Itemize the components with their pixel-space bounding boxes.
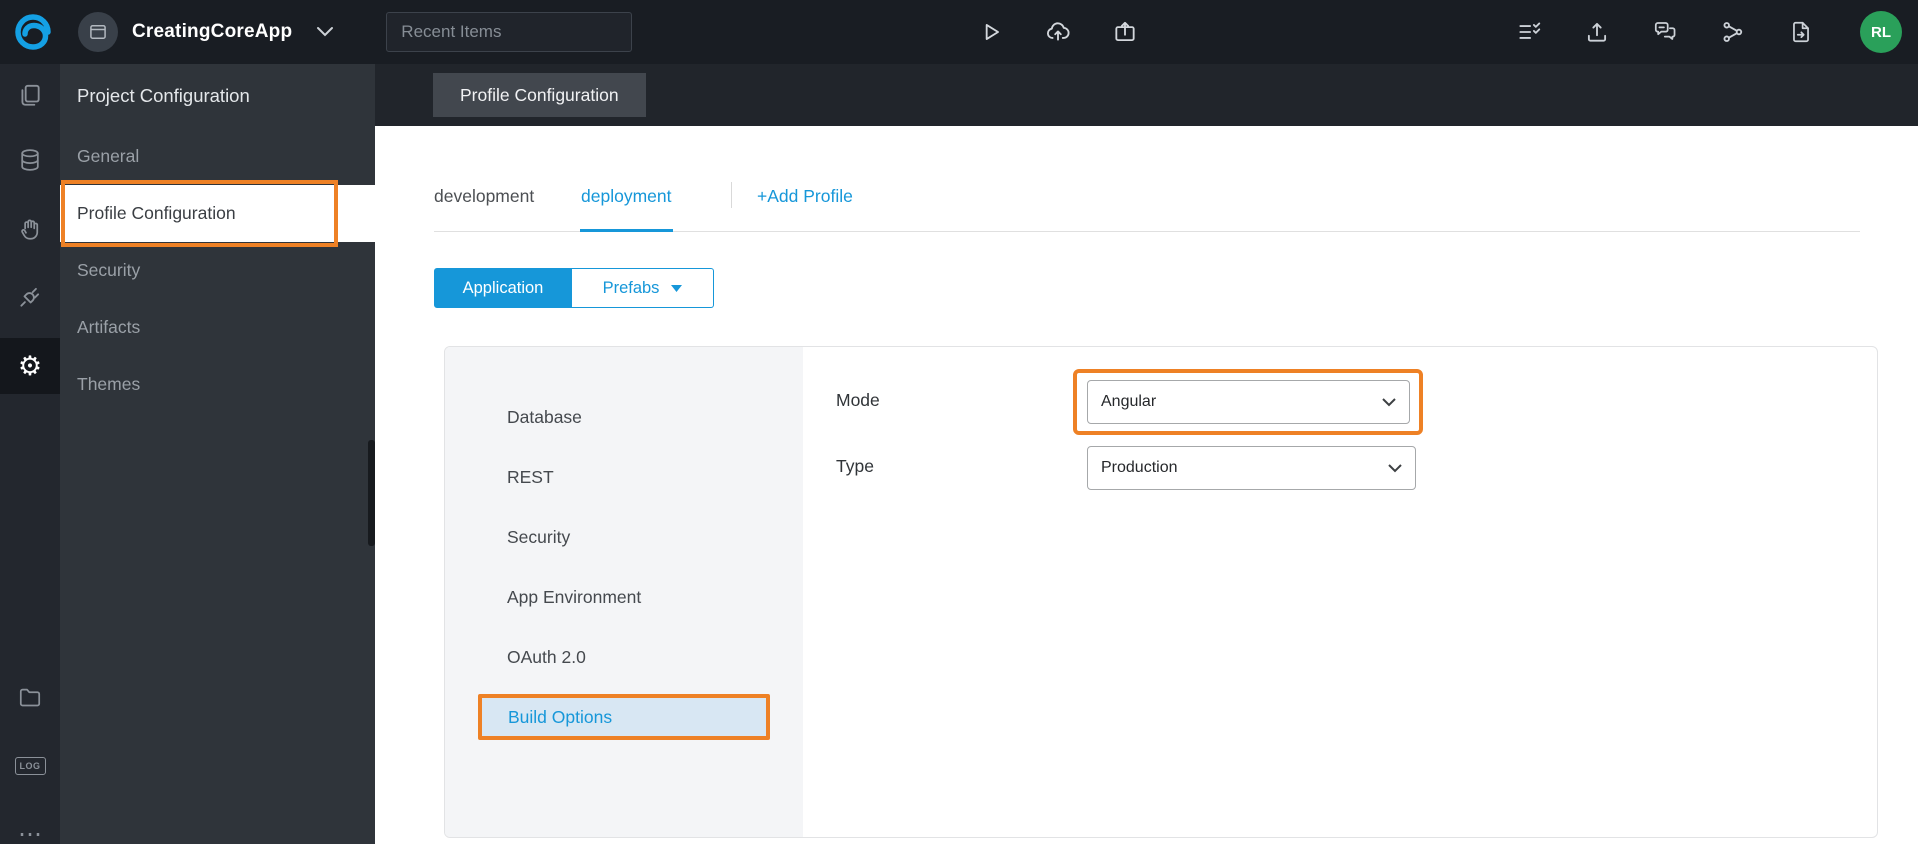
- build-options-label: Build Options: [508, 706, 613, 727]
- project-chevron-down-icon[interactable]: [316, 26, 334, 38]
- sidebar-title: Project Configuration: [77, 85, 250, 106]
- main-content: Profile Configuration development deploy…: [375, 64, 1918, 844]
- pages-icon[interactable]: [0, 67, 60, 123]
- nav-item-security[interactable]: Security: [445, 507, 803, 567]
- prefabs-toggle-button[interactable]: Prefabs: [572, 268, 714, 308]
- plug-icon[interactable]: [0, 269, 60, 325]
- user-avatar[interactable]: RL: [1860, 11, 1902, 53]
- type-select-value: Production: [1101, 459, 1178, 476]
- sidebar-scrollbar[interactable]: [368, 440, 375, 546]
- type-select[interactable]: Production: [1087, 446, 1416, 490]
- top-bar: CreatingCoreApp Recent Items RL: [0, 0, 1918, 64]
- project-title: CreatingCoreApp: [132, 21, 293, 42]
- sidebar-item-general[interactable]: General: [60, 128, 375, 185]
- sidebar-item-label: Profile Configuration: [77, 203, 236, 223]
- build-options-card: Database REST Security App Environment O…: [444, 346, 1878, 838]
- active-tab-underline: [580, 229, 673, 232]
- settings-gear-icon[interactable]: ⚙: [0, 338, 60, 394]
- file-export-icon[interactable]: [1788, 19, 1814, 45]
- add-profile-button[interactable]: +Add Profile: [757, 186, 853, 207]
- sidebar-item-artifacts[interactable]: Artifacts: [60, 299, 375, 356]
- run-toolbar: [978, 0, 1138, 64]
- prefabs-label: Prefabs: [602, 278, 660, 297]
- sidebar-item-themes[interactable]: Themes: [60, 356, 375, 413]
- nav-item-app-environment[interactable]: App Environment: [445, 567, 803, 627]
- run-icon[interactable]: [978, 19, 1004, 45]
- mode-label: Mode: [836, 390, 880, 410]
- wavemaker-logo-icon: [12, 11, 54, 53]
- preview-window-icon[interactable]: [1112, 19, 1138, 45]
- tab-separator: [731, 182, 732, 208]
- profile-configuration-page: development deployment +Add Profile Appl…: [375, 126, 1918, 844]
- folder-icon[interactable]: [0, 669, 60, 725]
- recent-items-input[interactable]: [386, 12, 633, 52]
- sidebar-item-profile-configuration[interactable]: Profile Configuration: [60, 180, 375, 247]
- log-label: LOG: [14, 757, 46, 775]
- nav-item-build-options[interactable]: Build Options: [478, 694, 770, 740]
- caret-down-icon: [671, 284, 683, 292]
- left-icon-rail: ⚙ LOG ⋯: [0, 64, 60, 847]
- mode-select-value: Angular: [1101, 393, 1157, 410]
- chevron-down-icon: [1382, 397, 1396, 406]
- hand-icon[interactable]: [0, 201, 60, 257]
- project-configuration-sidebar: Project Configuration General Profile Co…: [60, 64, 375, 844]
- nav-item-rest[interactable]: REST: [445, 447, 803, 507]
- tab-profile-configuration[interactable]: Profile Configuration: [433, 73, 646, 117]
- mode-select[interactable]: Angular: [1087, 380, 1410, 424]
- nav-item-oauth[interactable]: OAuth 2.0: [445, 627, 803, 687]
- nav-item-database[interactable]: Database: [445, 387, 803, 447]
- type-label: Type: [836, 456, 874, 476]
- utility-toolbar: RL: [1516, 0, 1902, 64]
- sidebar-item-security[interactable]: Security: [60, 242, 375, 299]
- project-app-icon[interactable]: [78, 12, 118, 52]
- config-section-nav: Database REST Security App Environment O…: [445, 347, 803, 837]
- markup-list-icon[interactable]: [1516, 19, 1542, 45]
- log-icon[interactable]: LOG: [0, 738, 60, 794]
- gear-glyph: ⚙: [17, 350, 43, 381]
- more-options-icon[interactable]: ⋯: [0, 807, 60, 863]
- chevron-down-icon: [1388, 463, 1402, 472]
- cloud-upload-icon[interactable]: [1045, 19, 1071, 45]
- export-icon[interactable]: [1584, 19, 1610, 45]
- database-icon[interactable]: [0, 132, 60, 188]
- branch-share-icon[interactable]: [1720, 19, 1746, 45]
- editor-tab-bar: Profile Configuration: [375, 64, 1918, 126]
- application-toggle-button[interactable]: Application: [434, 268, 572, 308]
- tab-deployment[interactable]: deployment: [581, 186, 671, 207]
- translate-chat-icon[interactable]: [1652, 19, 1678, 45]
- application-prefabs-toggle: Application Prefabs: [434, 268, 714, 308]
- tab-development[interactable]: development: [434, 186, 534, 207]
